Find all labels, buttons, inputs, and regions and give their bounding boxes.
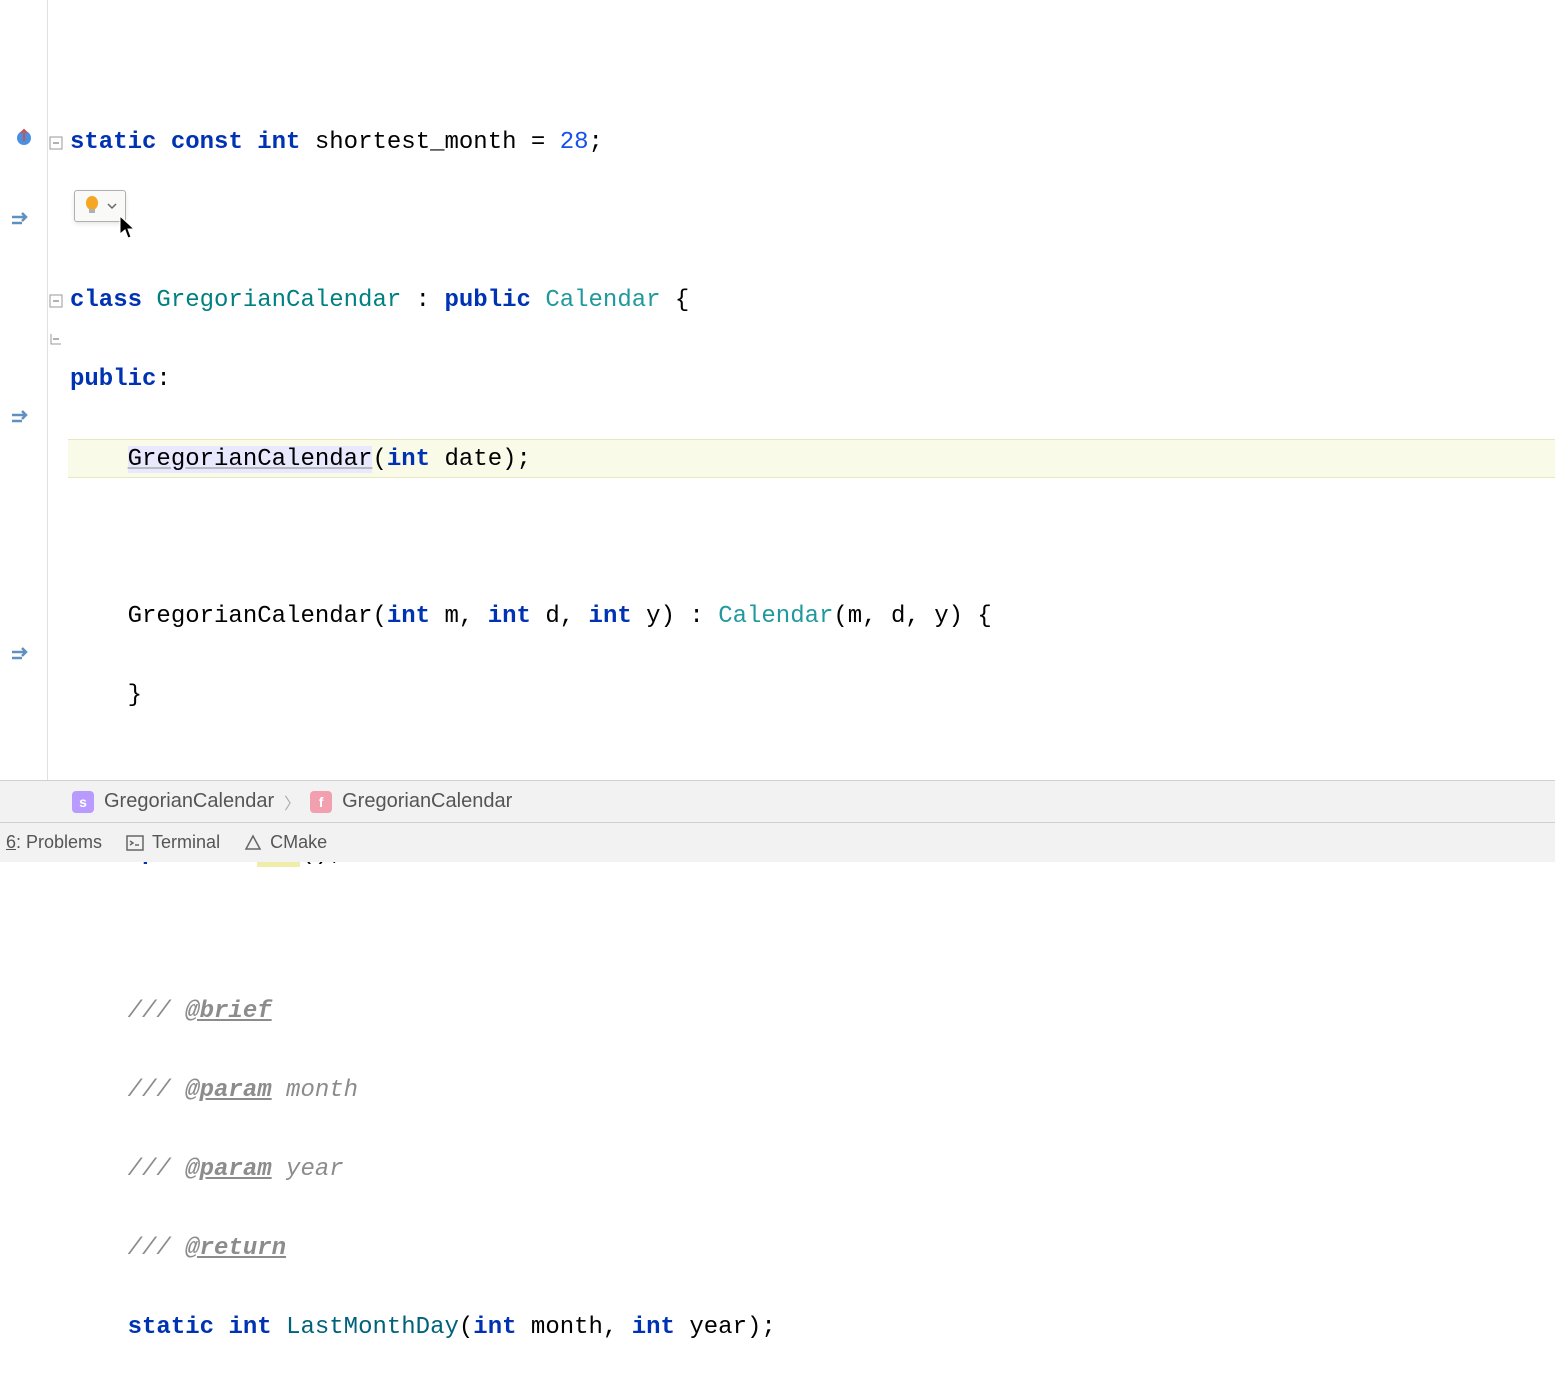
code-line[interactable] bbox=[68, 913, 1555, 953]
tab-terminal[interactable]: Terminal bbox=[126, 832, 220, 853]
breadcrumb-item-function[interactable]: f GregorianCalendar bbox=[310, 790, 512, 813]
function-icon: f bbox=[310, 791, 332, 813]
chevron-down-icon bbox=[107, 202, 117, 210]
code-line-current[interactable]: GregorianCalendar(int date); bbox=[68, 439, 1555, 479]
code-line[interactable]: /// @param year bbox=[68, 1150, 1555, 1190]
cmake-icon bbox=[244, 834, 262, 852]
code-line[interactable] bbox=[68, 202, 1555, 242]
breadcrumb-label: GregorianCalendar bbox=[104, 790, 274, 813]
code-line[interactable]: /// @brief bbox=[68, 992, 1555, 1032]
intention-bulb-popup[interactable] bbox=[74, 190, 126, 222]
code-line[interactable] bbox=[68, 518, 1555, 558]
fold-collapse-icon[interactable] bbox=[48, 290, 64, 306]
code-line[interactable]: static int LastMonthDay(int month, int y… bbox=[68, 1308, 1555, 1348]
breadcrumb-separator-icon: 〉 bbox=[284, 790, 300, 814]
code-line[interactable]: public: bbox=[68, 360, 1555, 400]
tool-window-tabs: 6: Problems Terminal CMake bbox=[0, 822, 1555, 862]
breadcrumb-item-class[interactable]: s GregorianCalendar bbox=[72, 790, 274, 813]
code-line[interactable]: /// @return bbox=[68, 1229, 1555, 1269]
breadcrumb-label: GregorianCalendar bbox=[342, 790, 512, 813]
code-line[interactable] bbox=[68, 44, 1555, 84]
code-line[interactable]: static const int shortest_month = 28; bbox=[68, 123, 1555, 163]
change-marker-icon[interactable] bbox=[8, 642, 32, 666]
code-line[interactable]: GregorianCalendar(int m, int d, int y) :… bbox=[68, 597, 1555, 637]
code-line[interactable]: /// @param month bbox=[68, 1071, 1555, 1111]
fold-end-icon[interactable] bbox=[48, 328, 64, 344]
code-line[interactable]: class GregorianCalendar : public Calenda… bbox=[68, 281, 1555, 321]
breadcrumb-bar: s GregorianCalendar 〉 f GregorianCalenda… bbox=[0, 780, 1555, 822]
change-marker-icon[interactable] bbox=[8, 207, 32, 231]
tab-cmake[interactable]: CMake bbox=[244, 832, 327, 853]
struct-icon: s bbox=[72, 791, 94, 813]
code-editor[interactable]: static const int shortest_month = 28; cl… bbox=[68, 0, 1555, 772]
lightbulb-icon bbox=[83, 195, 101, 217]
terminal-icon bbox=[126, 834, 144, 852]
fold-gutter bbox=[48, 0, 68, 862]
tab-label: Terminal bbox=[152, 832, 220, 853]
code-line[interactable]: } bbox=[68, 676, 1555, 716]
change-marker-icon[interactable] bbox=[8, 405, 32, 429]
editor-gutter bbox=[0, 0, 48, 862]
tab-label: CMake bbox=[270, 832, 327, 853]
override-marker-icon[interactable] bbox=[14, 128, 34, 148]
tab-problems[interactable]: 6: Problems bbox=[6, 832, 102, 853]
fold-collapse-icon[interactable] bbox=[48, 132, 64, 148]
